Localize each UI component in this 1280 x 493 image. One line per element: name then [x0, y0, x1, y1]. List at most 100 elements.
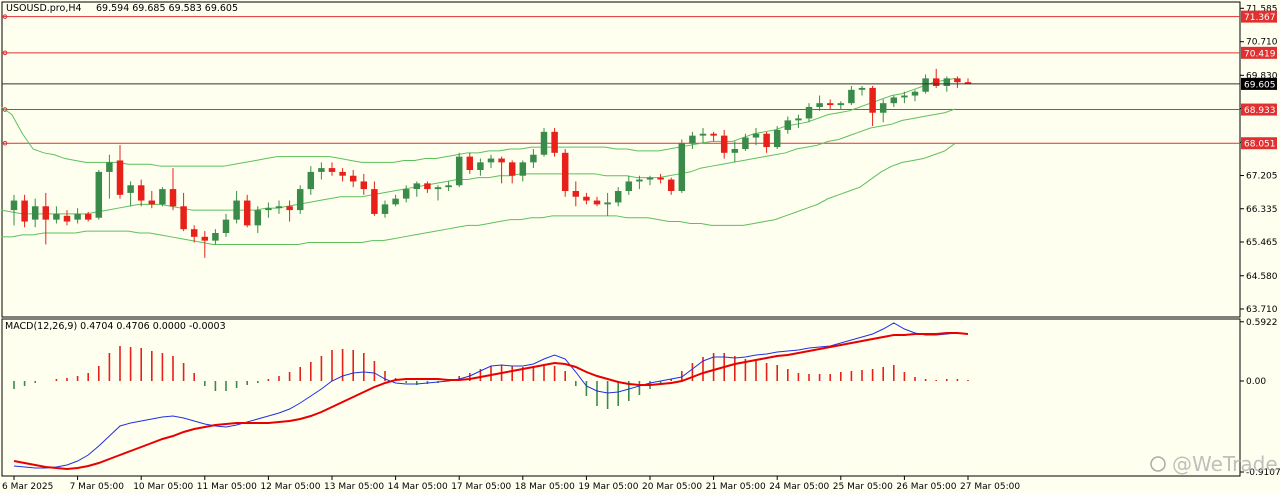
- time-tick-label: 13 Mar 05:00: [324, 482, 384, 492]
- candle-body: [127, 185, 134, 193]
- candle: [339, 168, 346, 182]
- candle-body: [646, 177, 654, 180]
- candle-body: [487, 158, 495, 163]
- candle: [879, 99, 887, 123]
- candle-body: [858, 87, 866, 90]
- candle-body: [773, 129, 781, 148]
- candle: [10, 194, 18, 226]
- time-tick-label: 27 Mar 05:00: [960, 482, 1020, 492]
- candle: [233, 191, 240, 224]
- candle-body: [148, 200, 156, 205]
- current-price-line: 69.605: [2, 77, 1277, 90]
- candle: [434, 185, 442, 201]
- time-tick-label: 10 Mar 05:00: [133, 482, 193, 492]
- candle-body: [159, 189, 166, 205]
- candle-body: [519, 162, 527, 176]
- candle-body: [360, 181, 368, 190]
- candle: [381, 200, 389, 218]
- time-tick-label: 17 Mar 05:00: [451, 482, 511, 492]
- price-pane[interactable]: [1, 1, 1241, 318]
- candle: [275, 200, 283, 214]
- candle: [816, 95, 823, 111]
- horizontal-levels[interactable]: 71.367 70.419 68.933 68.051: [2, 10, 1277, 150]
- candle: [254, 206, 262, 233]
- candle-body: [116, 160, 124, 195]
- candle-body: [689, 135, 696, 144]
- time-tick-label: 19 Mar 05:00: [578, 482, 638, 492]
- candle: [752, 128, 760, 146]
- candle-body: [561, 152, 569, 191]
- macd-pane[interactable]: [1, 318, 1241, 477]
- candle-body: [445, 185, 452, 188]
- bollinger-bands: [0, 77, 956, 245]
- candle: [180, 192, 187, 232]
- candle: [265, 202, 272, 218]
- candle-body: [371, 189, 378, 214]
- candle-body: [890, 97, 898, 104]
- level-tag-label: 71.367: [1244, 13, 1276, 23]
- candle-body: [349, 175, 357, 182]
- watermark: @WeTrade: [1150, 452, 1278, 476]
- candle-body: [752, 133, 760, 138]
- candle: [784, 116, 792, 134]
- candle-body: [31, 206, 39, 220]
- candle: [74, 208, 81, 224]
- candle: [964, 78, 972, 85]
- candle: [137, 179, 145, 207]
- candle: [243, 194, 251, 228]
- candle-body: [731, 149, 739, 153]
- candle: [360, 173, 368, 195]
- candle-body: [63, 215, 71, 222]
- candle: [561, 149, 569, 197]
- current-price-label: 69.605: [1244, 80, 1276, 90]
- candle: [932, 68, 940, 88]
- candle-body: [922, 78, 929, 92]
- candle-body: [275, 206, 283, 209]
- candle: [508, 160, 516, 184]
- candle: [795, 114, 802, 128]
- candle-body: [540, 131, 548, 155]
- candle: [710, 131, 717, 142]
- candle: [307, 166, 315, 195]
- level-tag: 68.051: [1241, 137, 1277, 150]
- candle: [540, 128, 548, 157]
- candle-body: [201, 236, 209, 241]
- candle: [222, 213, 230, 237]
- time-axis: 6 Mar 2025 7 Mar 05:00 10 Mar 05:00 11 Mar …: [2, 476, 1020, 492]
- candle: [190, 225, 198, 243]
- price-tick-label: 67.205: [1246, 172, 1278, 182]
- candle: [318, 162, 325, 180]
- candle: [911, 89, 919, 102]
- candle-body: [848, 89, 855, 104]
- candle-body: [816, 103, 823, 107]
- candle-body: [710, 133, 717, 136]
- signal-line: [13, 332, 969, 471]
- candle-body: [477, 162, 484, 170]
- candle: [201, 231, 209, 258]
- candle-body: [826, 103, 834, 106]
- candle: [826, 99, 834, 109]
- candle: [519, 160, 527, 182]
- price-tick-label: 64.580: [1246, 272, 1278, 282]
- price-tick-label: 70.710: [1246, 38, 1278, 48]
- level-tag-label: 68.051: [1244, 140, 1276, 150]
- candle-body: [392, 198, 399, 205]
- candle: [625, 175, 633, 195]
- candle: [466, 152, 474, 174]
- candle: [678, 139, 686, 193]
- candle: [21, 194, 28, 228]
- candle-body: [106, 162, 113, 172]
- candle-body: [84, 213, 92, 220]
- candle: [286, 200, 293, 222]
- candle-body: [943, 78, 951, 86]
- candle: [689, 131, 696, 149]
- candle-body: [169, 189, 177, 207]
- candle-body: [508, 162, 516, 176]
- trading-chart[interactable]: 71.58570.71069.83068.96068.07567.20566.3…: [0, 0, 1280, 493]
- candle-body: [657, 177, 664, 180]
- candle: [413, 181, 421, 197]
- time-tick-label: 18 Mar 05:00: [515, 482, 575, 492]
- candle-body: [795, 118, 802, 121]
- candle-body: [424, 183, 431, 190]
- candle: [95, 170, 103, 220]
